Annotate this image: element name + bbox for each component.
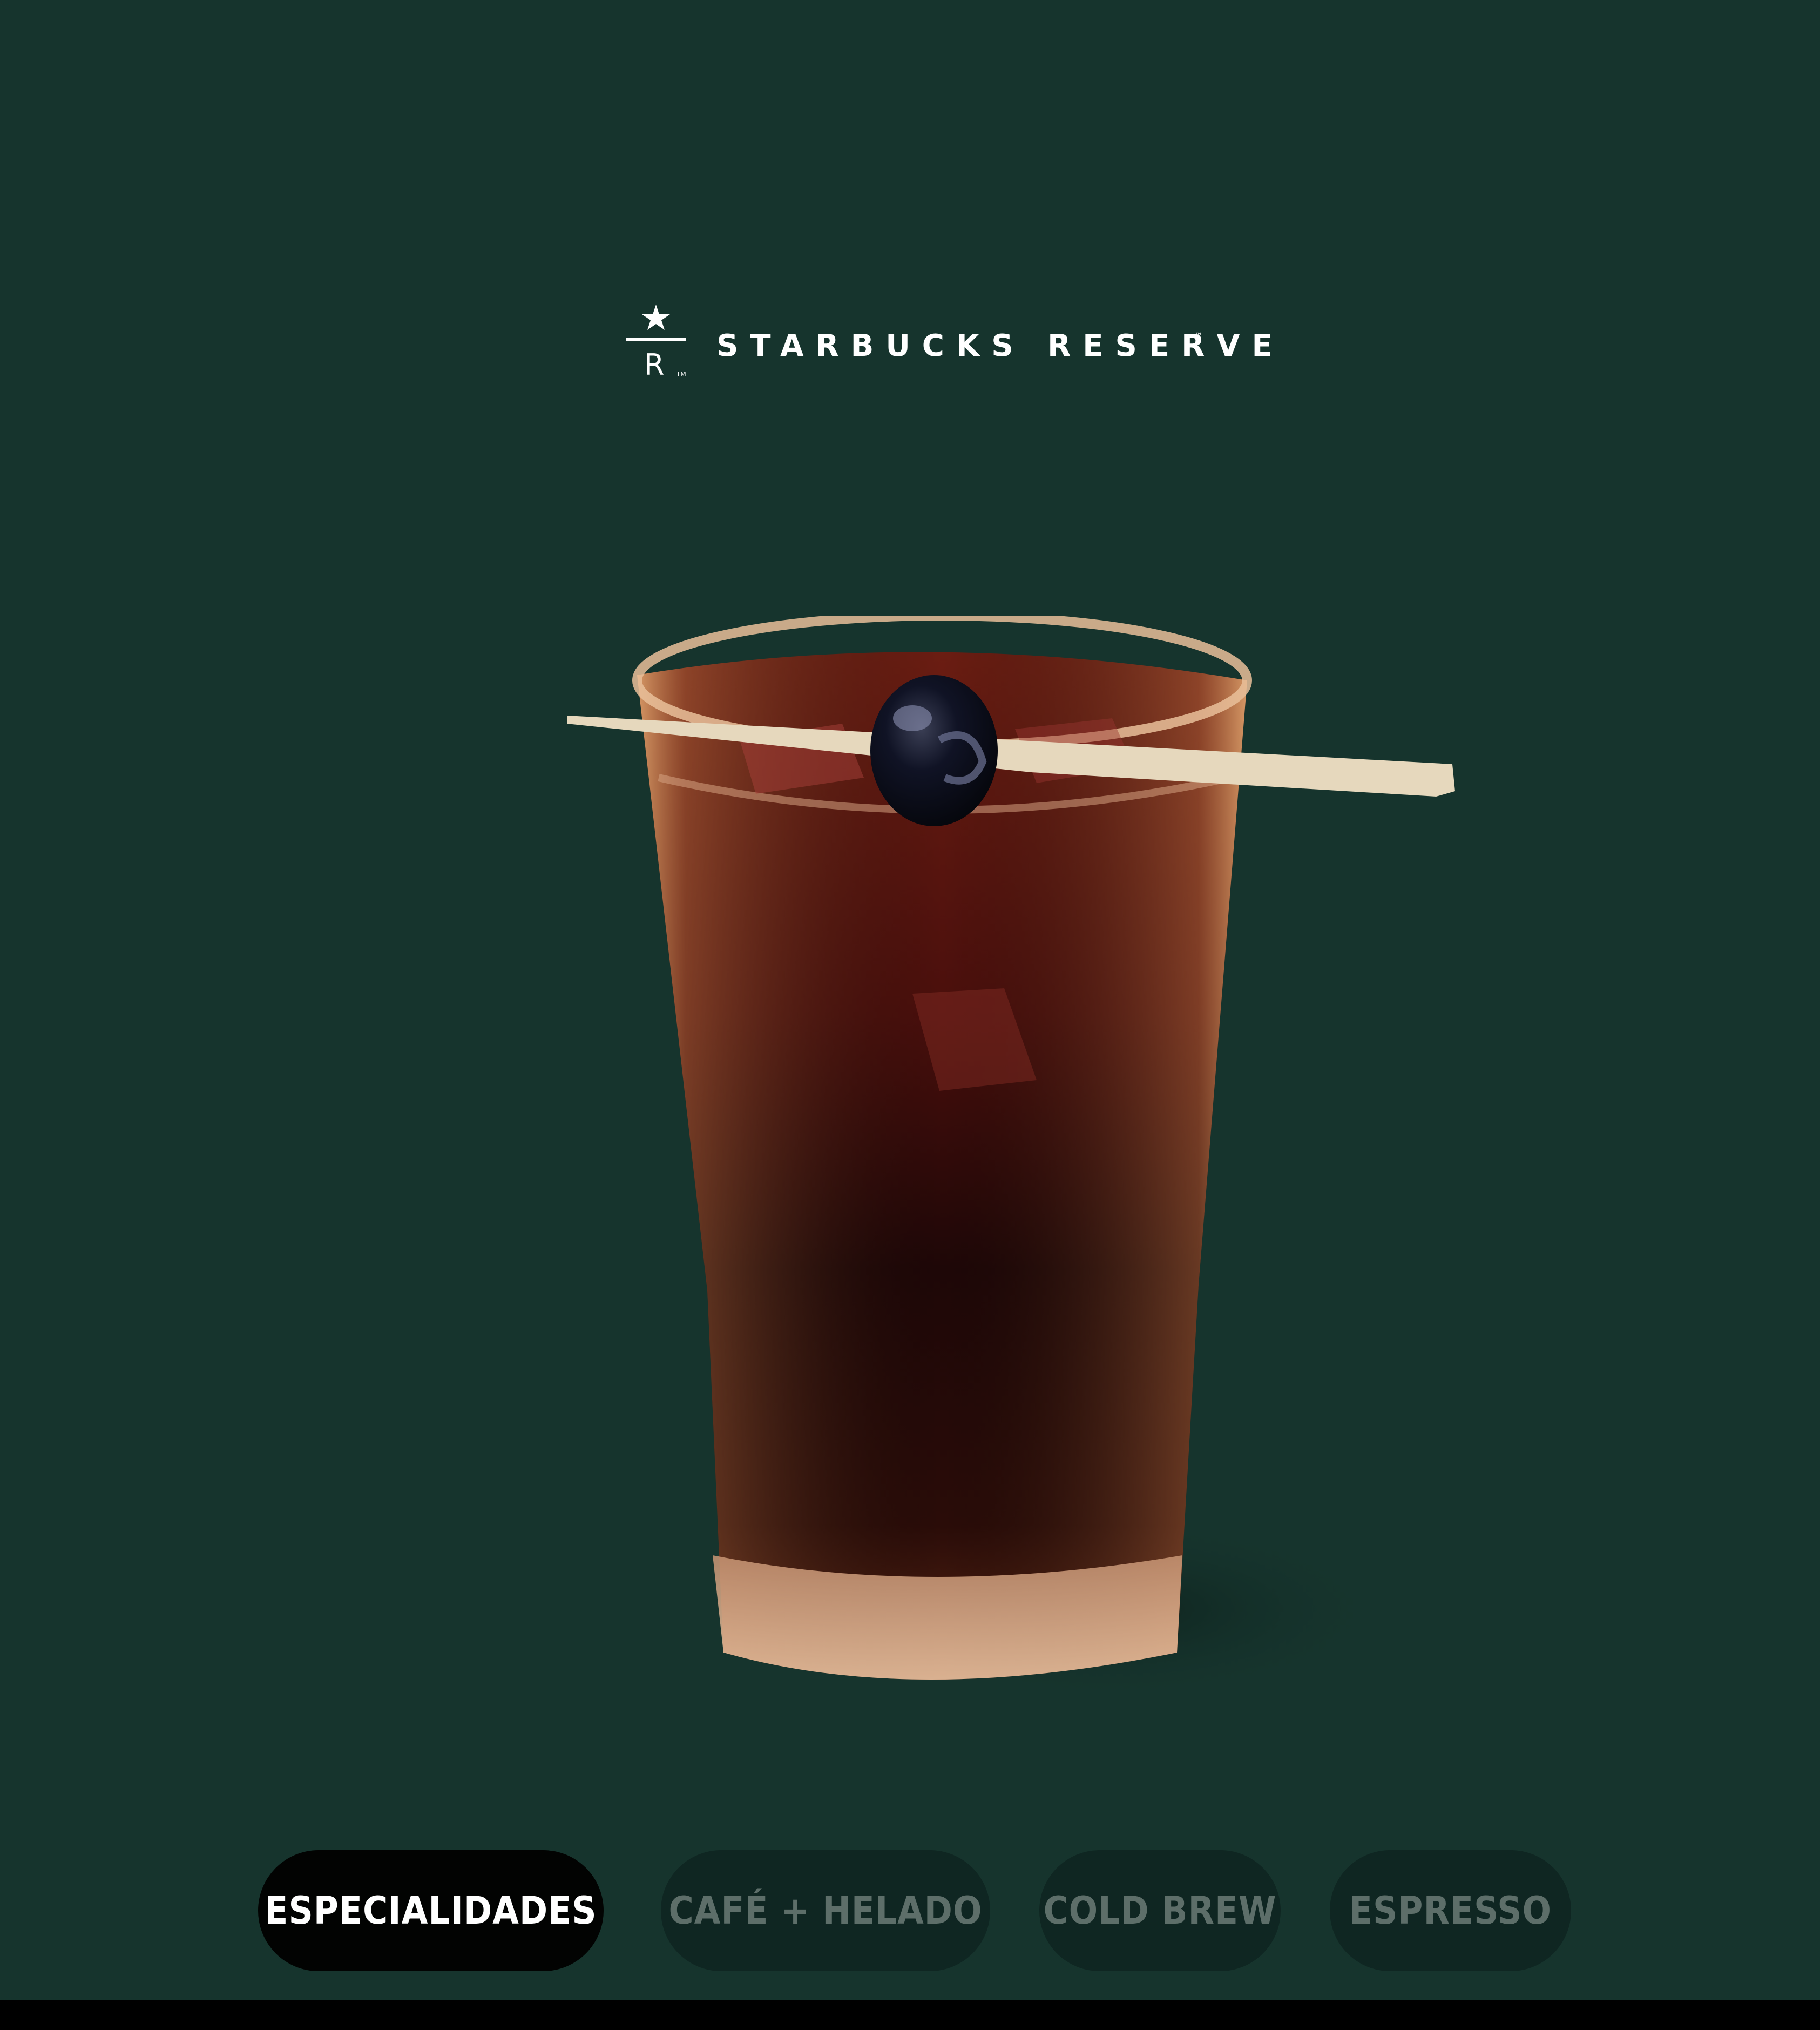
category-cold-brew-pill[interactable]: COLD BREW [1039,1850,1281,1971]
category-cafe-helado-pill[interactable]: CAFÉ + HELADO [661,1850,990,1971]
reserve-star-r-icon: R TM [626,305,686,382]
svg-text:R: R [644,348,665,382]
svg-text:TM: TM [676,370,686,378]
menu-screen: R TM STARBUCKS RESERVE ™ ESPECIALIDADES … [0,0,1820,2000]
category-especialidades-pill[interactable]: ESPECIALIDADES [258,1850,604,1971]
iced-coffee-cherry-glass-image [567,616,1455,1701]
trademark-mark: ™ [1195,332,1202,340]
bottom-bar [0,2000,1820,2030]
category-espresso-pill[interactable]: ESPRESSO [1330,1850,1571,1971]
starbucks-reserve-logo: R TM STARBUCKS RESERVE ™ [624,302,1273,383]
